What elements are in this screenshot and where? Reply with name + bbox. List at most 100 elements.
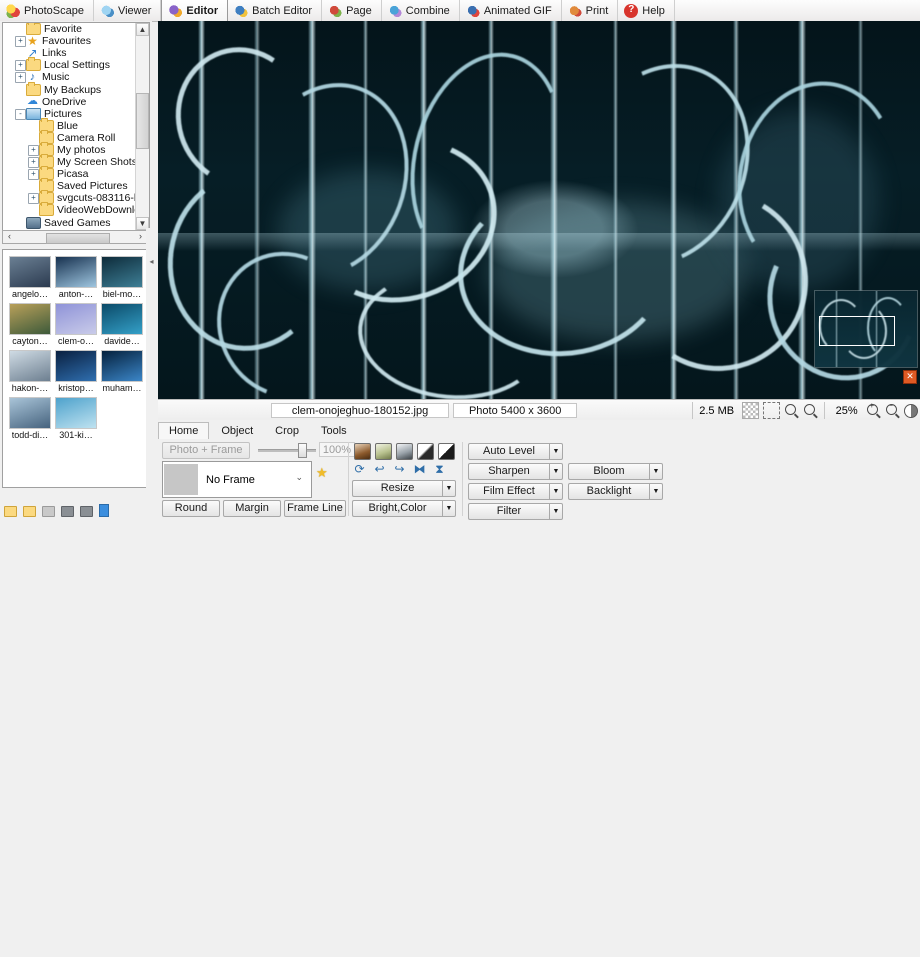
film-effect-button[interactable]: Film Effect: [468, 483, 549, 500]
filter-dropdown[interactable]: Filter ▼: [468, 503, 563, 520]
zoom-in-icon[interactable]: [866, 401, 881, 418]
flip-horizontal-icon[interactable]: ⧓: [412, 462, 427, 476]
tree-item-saved-games[interactable]: Saved Games: [3, 216, 149, 229]
tree-scroll-thumb[interactable]: [136, 93, 149, 149]
tree-expander[interactable]: +: [28, 193, 39, 205]
flip-vertical-icon[interactable]: ⧗: [432, 462, 447, 476]
bloom-dropdown[interactable]: Bloom ▼: [568, 463, 663, 480]
tree-expander[interactable]: +: [15, 60, 26, 72]
tree-item-onedrive[interactable]: ☁ OneDrive: [3, 96, 149, 108]
bright-color-dropdown[interactable]: Bright,Color ▼: [352, 500, 456, 517]
olive-swatch[interactable]: [375, 443, 392, 460]
bw-split-swatch[interactable]: [438, 443, 455, 460]
tree-item-blue[interactable]: Blue: [3, 117, 149, 132]
chevron-down-icon[interactable]: ▼: [549, 463, 563, 480]
panel-splitter[interactable]: ◂: [146, 228, 158, 498]
tree-item-videowebdownlo[interactable]: VideoWebDownlo: [3, 202, 149, 217]
tree-vertical-scrollbar[interactable]: ▲ ▼: [135, 23, 149, 230]
tab-viewer[interactable]: Viewer: [94, 0, 162, 21]
thumbnail-item[interactable]: kristop…: [53, 350, 99, 393]
chevron-down-icon[interactable]: ▼: [549, 443, 563, 460]
navigator-panel[interactable]: ✕: [814, 290, 918, 385]
thumbnail-item[interactable]: angelo…: [7, 256, 53, 299]
thumbnail-image[interactable]: [9, 350, 51, 382]
folder-small-icon[interactable]: [4, 506, 17, 517]
bloom-button[interactable]: Bloom: [568, 463, 649, 480]
tree-hscroll-left-button[interactable]: ‹: [3, 231, 16, 243]
thumbnail-item[interactable]: anton-…: [53, 256, 99, 299]
thumbnail-browser[interactable]: angelo… anton-… biel-mo… cayton… clem-o… davi…: [2, 249, 150, 488]
image-small-icon[interactable]: [61, 506, 74, 517]
tab-photoscape[interactable]: PhotoScape: [0, 0, 94, 21]
thumbnail-image[interactable]: [101, 256, 143, 288]
tree-expander[interactable]: +: [28, 169, 39, 181]
chevron-down-icon[interactable]: ▼: [549, 483, 563, 500]
tree-expander[interactable]: +: [28, 157, 39, 169]
zoom-out-icon[interactable]: [885, 401, 900, 418]
filter-button[interactable]: Filter: [468, 503, 549, 520]
tree-hscroll-thumb[interactable]: [46, 233, 110, 244]
chevron-down-icon[interactable]: ▼: [649, 483, 663, 500]
tree-item-my-photos[interactable]: + My photos: [3, 141, 149, 156]
gray-swatch[interactable]: [396, 443, 413, 460]
bright-color-button[interactable]: Bright,Color: [352, 500, 442, 517]
thumbnail-item[interactable]: davide…: [99, 303, 145, 346]
frame-opacity-slider[interactable]: [258, 443, 316, 458]
frame-select[interactable]: No Frame ⌄: [162, 461, 312, 498]
zoom-actual-icon[interactable]: [803, 403, 818, 418]
navigator-close-icon[interactable]: ✕: [903, 370, 917, 384]
tab-print[interactable]: Print: [562, 0, 619, 21]
tab-help[interactable]: Help: [618, 0, 675, 21]
undo-arrow-icon[interactable]: ↩: [372, 462, 387, 476]
splitter-handle[interactable]: ◂: [148, 254, 155, 270]
backlight-dropdown[interactable]: Backlight ▼: [568, 483, 663, 500]
thumbnail-item[interactable]: todd-di…: [7, 397, 53, 440]
sepia-swatch[interactable]: [354, 443, 371, 460]
photo-frame-button[interactable]: Photo + Frame: [162, 442, 250, 459]
auto-level-button[interactable]: Auto Level: [468, 443, 549, 460]
tab-page[interactable]: Page: [322, 0, 382, 21]
tree-item-my-backups[interactable]: My Backups: [3, 81, 149, 96]
editor-tab-tools[interactable]: Tools: [311, 423, 357, 439]
tree-item-svgcuts-083116-b[interactable]: + svgcuts-083116-b: [3, 190, 149, 205]
thumbnail-image[interactable]: [55, 303, 97, 335]
thumbnail-item[interactable]: 301-ki…: [53, 397, 99, 440]
frame-line-button[interactable]: Frame Line: [284, 500, 346, 517]
tree-item-picasa[interactable]: + Picasa: [3, 166, 149, 181]
thumbnail-item[interactable]: biel-mo…: [99, 256, 145, 299]
folder-tree[interactable]: Favorite + ★ Favourites ↗ Links + Local Setting…: [2, 22, 150, 231]
navigator-preview[interactable]: [814, 290, 918, 368]
thumbnail-item[interactable]: hakon-…: [7, 350, 53, 393]
tree-expander[interactable]: -: [15, 108, 26, 120]
thumbnail-image[interactable]: [101, 350, 143, 382]
folder-small-icon[interactable]: [23, 506, 36, 517]
tree-item-favorite[interactable]: Favorite: [3, 23, 149, 36]
bottom-icon-row[interactable]: [4, 489, 148, 520]
round-button[interactable]: Round: [162, 500, 220, 517]
thumbnail-image[interactable]: [55, 350, 97, 382]
thumbnail-image[interactable]: [55, 397, 97, 429]
thumbnail-image[interactable]: [9, 397, 51, 429]
tree-item-local-settings[interactable]: + Local Settings: [3, 57, 149, 72]
margin-button[interactable]: Margin: [223, 500, 281, 517]
image-small-icon[interactable]: [80, 506, 93, 517]
editor-tab-object[interactable]: Object: [211, 423, 263, 439]
film-effect-dropdown[interactable]: Film Effect ▼: [468, 483, 563, 500]
thumbnail-item[interactable]: muham…: [99, 350, 145, 393]
backlight-button[interactable]: Backlight: [568, 483, 649, 500]
checker-icon[interactable]: [742, 402, 760, 419]
tree-item-favourites[interactable]: + ★ Favourites: [3, 35, 149, 48]
tab-animated-gif[interactable]: Animated GIF: [460, 0, 562, 21]
thumbnail-image[interactable]: [101, 303, 143, 335]
editor-tab-home[interactable]: Home: [158, 422, 210, 440]
slider-knob[interactable]: [298, 443, 307, 458]
redo-arrow-icon[interactable]: ↪: [392, 462, 407, 476]
tree-item-links[interactable]: ↗ Links: [3, 47, 149, 60]
thumbnail-image[interactable]: [9, 303, 51, 335]
tab-combine[interactable]: Combine: [382, 0, 460, 21]
fit-icon[interactable]: [763, 402, 781, 419]
tree-item-my-screen-shots[interactable]: + My Screen Shots: [3, 154, 149, 169]
page-small-icon[interactable]: [42, 506, 55, 517]
thumbnail-image[interactable]: [55, 256, 97, 288]
chevron-down-icon[interactable]: ▼: [442, 480, 456, 497]
